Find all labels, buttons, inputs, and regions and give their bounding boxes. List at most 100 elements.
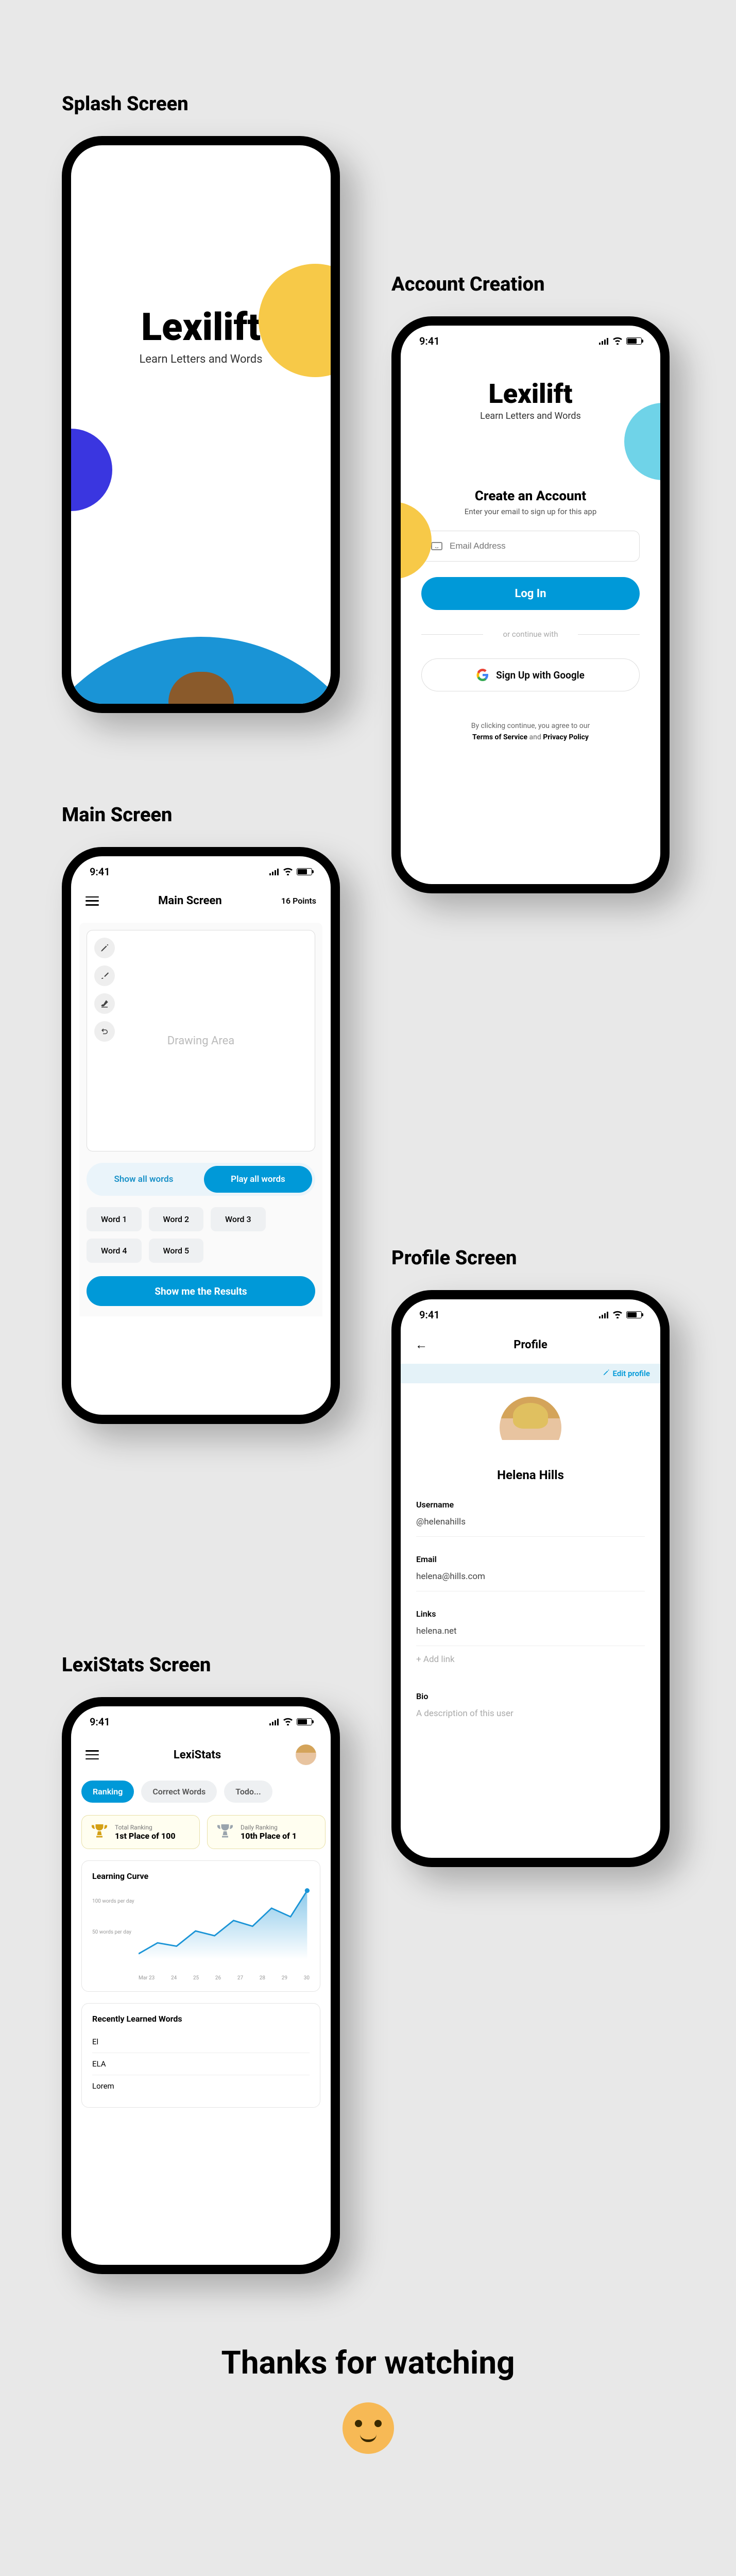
battery-icon (297, 1718, 312, 1725)
points-badge: 16 Points (281, 896, 316, 906)
y-label-50: 50 words per day (92, 1929, 131, 1935)
mail-icon (431, 542, 442, 550)
show-all-words-button[interactable]: Show all words (90, 1166, 198, 1193)
privacy-link[interactable]: Privacy Policy (543, 733, 589, 741)
menu-button[interactable] (85, 1750, 99, 1759)
tab-todo[interactable]: Todo... (224, 1781, 272, 1803)
trophy-gold-icon (90, 1823, 109, 1841)
show-results-button[interactable]: Show me the Results (87, 1276, 315, 1306)
battery-icon (297, 868, 312, 875)
drawing-area[interactable]: Drawing Area (87, 930, 315, 1151)
signal-icon (598, 1309, 609, 1321)
word-chip[interactable]: Word 4 (87, 1239, 142, 1263)
create-account-subtext: Enter your email to sign up for this app (421, 507, 640, 516)
page-title: Main Screen (158, 894, 222, 907)
smiley-emoji-icon (343, 2402, 394, 2454)
status-bar: 9:41 (71, 856, 331, 883)
learning-curve-card: Learning Curve 100 words per day 50 word… (81, 1860, 320, 1992)
tos-link[interactable]: Terms of Service (472, 733, 527, 741)
bio-field[interactable]: A description of this user (416, 1708, 645, 1728)
x-label: 29 (282, 1975, 287, 1981)
x-label: Mar 23 (139, 1975, 155, 1981)
x-label: 26 (215, 1975, 221, 1981)
status-time: 9:41 (419, 1309, 440, 1321)
status-time: 9:41 (90, 1716, 110, 1728)
y-label-100: 100 words per day (92, 1899, 134, 1904)
app-logo: Lexilift (421, 378, 640, 410)
login-button[interactable]: Log In (421, 577, 640, 610)
status-time: 9:41 (90, 866, 110, 878)
status-bar: 9:41 (71, 1706, 331, 1733)
email-input[interactable] (450, 541, 630, 551)
pencil-tool[interactable] (94, 938, 115, 958)
signal-icon (598, 335, 609, 347)
thanks-heading: Thanks for watching (0, 2344, 736, 2382)
recent-word-item[interactable]: ELA (92, 2053, 310, 2075)
x-label: 24 (171, 1975, 177, 1981)
pencil-icon (603, 1369, 610, 1378)
username-label: Username (416, 1500, 645, 1510)
email-label: Email (416, 1554, 645, 1564)
chart-title: Learning Curve (92, 1871, 310, 1881)
wifi-icon (612, 1309, 623, 1321)
edit-profile-button[interactable]: Edit profile (603, 1369, 650, 1378)
recent-word-item[interactable]: El (92, 2031, 310, 2053)
trophy-silver-icon (216, 1823, 234, 1841)
create-account-heading: Create an Account (421, 488, 640, 504)
tab-correct-words[interactable]: Correct Words (141, 1781, 217, 1803)
word-chip[interactable]: Word 1 (87, 1207, 142, 1231)
x-label: 25 (193, 1975, 199, 1981)
undo-tool[interactable] (94, 1021, 115, 1042)
profile-name: Helena Hills (401, 1468, 660, 1482)
profile-screen: 9:41 ← Profile Edit profile Helena Hills… (391, 1290, 670, 1867)
google-signup-button[interactable]: Sign Up with Google (421, 658, 640, 691)
daily-ranking-card: Daily Ranking10th Place of 1 (207, 1815, 326, 1849)
wifi-icon (282, 1716, 294, 1728)
tab-ranking[interactable]: Ranking (81, 1781, 134, 1803)
status-bar: 9:41 (401, 1299, 660, 1326)
section-label-account: Account Creation (391, 273, 670, 296)
word-chip[interactable]: Word 2 (149, 1207, 204, 1231)
lexistats-screen: 9:41 LexiStats Ranking Correct Words Tod… (62, 1697, 340, 2274)
bio-label: Bio (416, 1691, 645, 1701)
hero-child-illustration (118, 678, 283, 713)
app-tagline: Learn Letters and Words (421, 411, 640, 421)
brush-tool[interactable] (94, 965, 115, 986)
x-label: 28 (260, 1975, 265, 1981)
profile-avatar[interactable] (500, 1397, 561, 1459)
main-screen: 9:41 Main Screen 16 Points Drawing Area (62, 847, 340, 1424)
section-label-profile: Profile Screen (391, 1247, 670, 1269)
total-ranking-card: Total Ranking1st Place of 100 (81, 1815, 200, 1849)
play-all-words-button[interactable]: Play all words (204, 1166, 312, 1193)
add-link-button[interactable]: + Add link (416, 1646, 645, 1674)
splash-screen: Lexilift Learn Letters and Words (62, 136, 340, 713)
signal-icon (269, 1716, 279, 1728)
google-logo-icon (476, 669, 489, 681)
link-value[interactable]: helena.net (416, 1626, 645, 1646)
email-value[interactable]: helena@hills.com (416, 1571, 645, 1591)
account-screen: 9:41 Lexilift Learn Letters and Words Cr… (391, 316, 670, 893)
x-label: 30 (304, 1975, 310, 1981)
eraser-tool[interactable] (94, 993, 115, 1014)
links-label: Links (416, 1609, 645, 1619)
recent-words-card: Recently Learned Words El ELA Lorem (81, 2003, 320, 2108)
wifi-icon (282, 866, 294, 878)
signal-icon (269, 866, 279, 878)
x-label: 27 (237, 1975, 243, 1981)
recent-words-title: Recently Learned Words (92, 2014, 310, 2024)
recent-word-item[interactable]: Lorem (92, 2075, 310, 2097)
profile-avatar-small[interactable] (296, 1744, 316, 1765)
word-chip[interactable]: Word 5 (149, 1239, 204, 1263)
word-chip[interactable]: Word 3 (211, 1207, 266, 1231)
agreement-text: By clicking continue, you agree to our T… (421, 720, 640, 743)
menu-button[interactable] (85, 896, 99, 906)
section-label-splash: Splash Screen (62, 93, 340, 115)
battery-icon (626, 1311, 642, 1318)
learning-curve-chart (139, 1888, 310, 1959)
email-field[interactable] (421, 531, 640, 562)
username-value[interactable]: @helenahills (416, 1517, 645, 1537)
drawing-placeholder: Drawing Area (167, 1035, 235, 1047)
page-title: Profile (401, 1338, 660, 1351)
page-title: LexiStats (174, 1749, 221, 1761)
divider-text: or continue with (421, 630, 640, 639)
